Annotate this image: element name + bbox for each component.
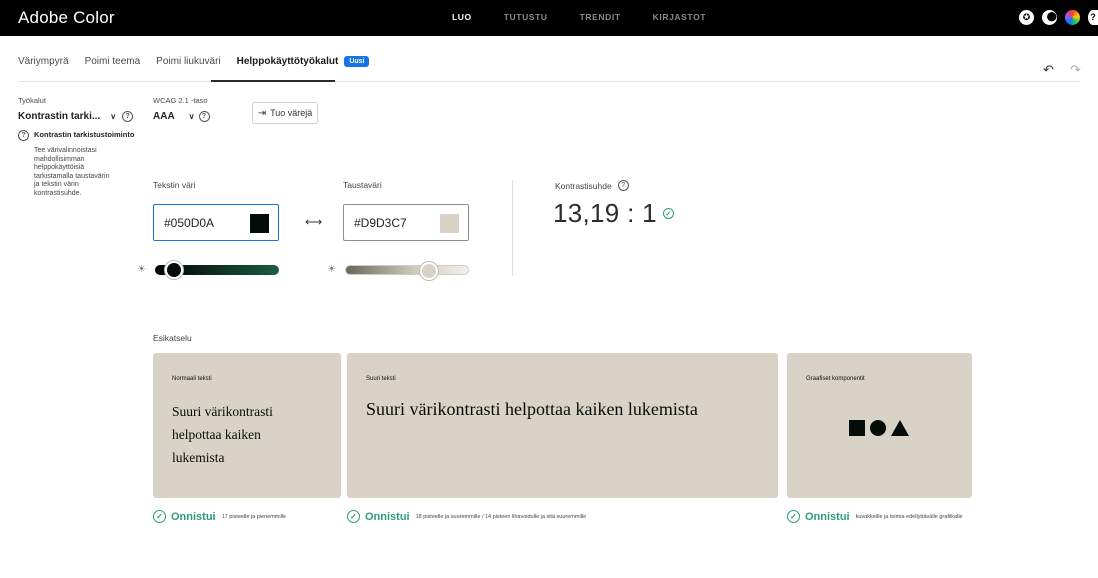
text-color-label: Tekstin väri [153, 180, 196, 190]
contrast-ratio-value: 13,19 : 1 [553, 198, 657, 228]
nav-tutustu[interactable]: TUTUSTU [504, 12, 548, 22]
preview-card-graphics: Graafiset komponentit [787, 353, 972, 498]
text-color-value: #050D0A [164, 215, 215, 230]
contrast-label: Kontrastisuhde ? [555, 180, 629, 191]
contrast-label-text: Kontrastisuhde [555, 180, 612, 191]
result-desc: kuvakkeille ja toimia edellyttävälle gra… [855, 513, 963, 520]
tool-heading-text: Kontrastin tarkistustoiminto [34, 130, 135, 139]
import-colors-label: Tuo värejä [270, 108, 313, 118]
theme-toggle-icon[interactable] [1042, 10, 1057, 25]
top-icons: ✪ ? [1019, 10, 1098, 25]
tool-heading: ? Kontrastin tarkistustoiminto [18, 130, 138, 141]
tools-label: Työkalut [18, 96, 46, 105]
tools-dropdown-value: Kontrastin tarki... [18, 111, 101, 122]
result-status: Onnistui [171, 510, 216, 523]
shapes-icon [849, 420, 909, 436]
card-label: Suuri teksti [366, 376, 396, 382]
import-colors-button[interactable]: ⇥ Tuo värejä [252, 102, 318, 124]
bg-slider-handle[interactable] [420, 262, 438, 280]
creative-cloud-icon[interactable]: ✪ [1019, 10, 1034, 25]
sample-text-large: Suuri värikontrasti helpottaa kaiken luk… [366, 399, 698, 419]
nav-luo[interactable]: LUO [452, 12, 472, 22]
sub-tabs: Väriympyrä Poimi teema Poimi liukuväri H… [18, 56, 370, 75]
tools-panel: Työkalut Kontrastin tarki... ∨ ? ? Kontr… [18, 96, 138, 198]
result-status: Onnistui [805, 510, 850, 523]
top-nav: LUO TUTUSTU TRENDIT KIRJASTOT [452, 12, 738, 22]
chevron-down-icon: ∨ [110, 112, 117, 121]
result-status: Onnistui [365, 510, 410, 523]
contrast-ratio: 13,19 : 1 ✓ [553, 198, 674, 229]
section-divider [512, 180, 513, 276]
wcag-panel: WCAG 2.1 -taso AAA ∨ ? [153, 96, 210, 122]
card-label: Graafiset komponentit [806, 376, 865, 382]
tab-extract-theme[interactable]: Poimi teema [85, 56, 141, 75]
wcag-dropdown[interactable]: AAA ∨ ? [153, 111, 210, 122]
tool-description: Tee värivalinnoistasi mahdollisimman hel… [34, 147, 110, 197]
preview-card-large: Suuri teksti Suuri värikontrasti helpott… [347, 353, 778, 498]
check-circle-icon: ✓ [347, 510, 360, 523]
text-color-input[interactable]: #050D0A [153, 204, 279, 241]
tab-accessibility-tools[interactable]: Helppokäyttötyökalut [237, 56, 339, 75]
bg-color-input[interactable]: #D9D3C7 [343, 204, 469, 241]
chevron-down-icon: ∨ [188, 112, 195, 121]
text-color-swatch[interactable] [250, 214, 269, 233]
help-icon: ? [18, 130, 29, 141]
app-title[interactable]: Adobe Color [18, 8, 115, 28]
help-icon[interactable]: ? [617, 180, 629, 191]
result-graphics: ✓ Onnistui kuvakkeille ja toimia edellyt… [787, 510, 966, 523]
tab-extract-gradient[interactable]: Poimi liukuväri [156, 56, 220, 75]
result-desc: 17 pisteelle ja pienemmille [221, 513, 287, 520]
text-brightness-slider[interactable] [155, 261, 279, 279]
result-normal: ✓ Onnistui 17 pisteelle ja pienemmille [153, 510, 286, 523]
check-circle-icon: ✓ [662, 208, 674, 219]
help-icon[interactable]: ? [1088, 10, 1098, 25]
redo-icon[interactable]: ↷ [1070, 62, 1081, 78]
bg-color-swatch[interactable] [440, 214, 459, 233]
bg-color-value: #D9D3C7 [354, 215, 407, 230]
new-badge: Uusi [344, 56, 370, 67]
color-wheel-icon[interactable] [1065, 10, 1080, 25]
sample-text-normal: Suuri värikontrasti helpottaa kaiken luk… [172, 404, 273, 465]
result-desc: 18 pisteelle ja suuremmille / 14 pisteen… [415, 513, 587, 520]
text-slider-handle[interactable] [165, 261, 183, 279]
preview-label: Esikatselu [153, 333, 192, 343]
tab-divider [18, 81, 1080, 82]
swap-colors-icon[interactable]: ⟷ [305, 215, 322, 229]
import-icon: ⇥ [257, 107, 267, 119]
brightness-icon: ☀ [327, 264, 336, 275]
wcag-dropdown-value: AAA [153, 111, 175, 122]
result-large: ✓ Onnistui 18 pisteelle ja suuremmille /… [347, 510, 586, 523]
tools-dropdown[interactable]: Kontrastin tarki... ∨ ? [18, 111, 138, 122]
check-circle-icon: ✓ [153, 510, 166, 523]
active-tab-indicator [211, 80, 335, 82]
brightness-icon: ☀ [137, 264, 146, 275]
help-icon[interactable]: ? [122, 111, 134, 122]
bg-brightness-slider[interactable] [345, 262, 469, 280]
help-icon[interactable]: ? [198, 111, 210, 122]
card-label: Normaali teksti [172, 376, 212, 382]
nav-trendit[interactable]: TRENDIT [580, 12, 621, 22]
tab-color-wheel[interactable]: Väriympyrä [18, 56, 69, 75]
wcag-label: WCAG 2.1 -taso [153, 96, 208, 105]
sample-shapes [849, 419, 909, 437]
check-circle-icon: ✓ [787, 510, 800, 523]
undo-icon[interactable]: ↶ [1043, 62, 1054, 78]
top-bar: Adobe Color LUO TUTUSTU TRENDIT KIRJASTO… [0, 0, 1098, 36]
preview-card-normal: Normaali teksti Suuri värikontrasti help… [153, 353, 341, 498]
nav-kirjastot[interactable]: KIRJASTOT [653, 12, 706, 22]
bg-color-label: Taustaväri [343, 180, 382, 190]
